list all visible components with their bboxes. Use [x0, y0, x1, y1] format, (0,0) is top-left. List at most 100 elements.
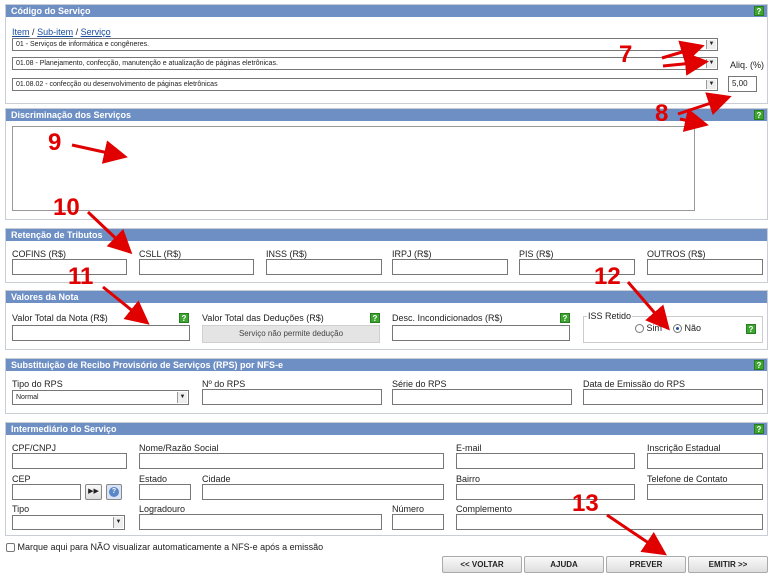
cidade-input[interactable]	[202, 484, 444, 500]
breadcrumb-sep: /	[75, 27, 79, 37]
cep-lookup-button[interactable]: ?	[106, 484, 122, 500]
estado-label: Estado	[139, 474, 168, 484]
ie-label: Inscrição Estadual	[647, 443, 721, 453]
bairro-label: Bairro	[456, 474, 481, 484]
deducoes-disabled-field: Serviço não permite dedução	[202, 325, 380, 343]
codigo-servico-title: Código do Serviço	[11, 6, 91, 16]
iss-nao-label: Não	[684, 323, 702, 333]
help-icon[interactable]: ?	[370, 313, 380, 323]
item-select-value: 01 - Serviços de informática e congênere…	[16, 41, 150, 48]
chevron-down-icon[interactable]: ▼	[113, 517, 123, 528]
callout-12: 12	[594, 263, 621, 290]
valor-total-label: Valor Total da Nota (R$)	[12, 313, 108, 323]
chevron-down-icon[interactable]: ▼	[706, 40, 716, 49]
estado-input[interactable]	[139, 484, 191, 500]
help-icon[interactable]: ?	[754, 110, 764, 120]
nome-input[interactable]	[139, 453, 444, 469]
breadcrumb-servico-link[interactable]: Serviço	[81, 27, 111, 37]
servico-select[interactable]: 01.08.02 - confecção ou desenvolvimento …	[12, 78, 718, 91]
nao-visualizar-option[interactable]: Marque aqui para NÃO visualizar automati…	[6, 542, 323, 553]
iss-sim-option[interactable]: Sim	[635, 323, 663, 334]
email-input[interactable]	[456, 453, 635, 469]
iss-sim-label: Sim	[646, 323, 663, 333]
ie-input[interactable]	[647, 453, 763, 469]
cep-go-button[interactable]: ▶▶	[85, 484, 102, 500]
nome-label: Nome/Razão Social	[139, 443, 219, 453]
breadcrumb-sep: /	[32, 27, 35, 37]
valor-total-input[interactable]	[12, 325, 190, 341]
callout-13: 13	[572, 490, 599, 517]
tipo-rps-label: Tipo do RPS	[12, 379, 63, 389]
complemento-input[interactable]	[456, 514, 763, 530]
discriminacao-title: Discriminação dos Serviços	[11, 110, 132, 120]
deducoes-label: Valor Total das Deduções (R$)	[202, 313, 324, 323]
serie-rps-label: Série do RPS	[392, 379, 447, 389]
valores-header: Valores da Nota	[6, 291, 767, 303]
irpj-label: IRPJ (R$)	[392, 249, 432, 259]
codigo-servico-header: Código do Serviço ?	[6, 5, 767, 17]
iss-retido-label: ISS Retido	[587, 311, 633, 321]
intermediario-header: Intermediário do Serviço ?	[6, 423, 767, 435]
callout-8: 8	[655, 100, 669, 127]
emitir-button[interactable]: EMITIR >>	[688, 556, 768, 573]
breadcrumb-item-link[interactable]: Item	[12, 27, 30, 37]
radio-icon[interactable]	[635, 324, 644, 334]
cep-label: CEP	[12, 474, 31, 484]
numero-input[interactable]	[392, 514, 444, 530]
cpf-label: CPF/CNPJ	[12, 443, 57, 453]
numero-rps-input[interactable]	[202, 389, 382, 405]
email-label: E-mail	[456, 443, 482, 453]
irpj-input[interactable]	[392, 259, 508, 275]
numero-rps-label: Nº do RPS	[202, 379, 246, 389]
voltar-button[interactable]: << VOLTAR	[442, 556, 522, 573]
breadcrumb: Item / Sub-item / Serviço	[12, 27, 111, 37]
radio-selected-icon[interactable]	[673, 324, 682, 334]
bairro-input[interactable]	[456, 484, 635, 500]
tipo-label: Tipo	[12, 504, 30, 514]
csll-input[interactable]	[139, 259, 254, 275]
servico-select-value: 01.08.02 - confecção ou desenvolvimento …	[16, 81, 218, 88]
desc-incondicionados-input[interactable]	[392, 325, 570, 341]
intermediario-title: Intermediário do Serviço	[11, 424, 117, 434]
valores-title: Valores da Nota	[11, 292, 79, 302]
help-icon[interactable]: ?	[754, 360, 764, 370]
ajuda-button[interactable]: AJUDA	[524, 556, 604, 573]
help-icon[interactable]: ?	[560, 313, 570, 323]
help-icon[interactable]: ?	[746, 324, 756, 334]
cep-input[interactable]	[12, 484, 81, 500]
cpf-input[interactable]	[12, 453, 127, 469]
breadcrumb-subitem-link[interactable]: Sub-item	[37, 27, 73, 37]
numero-label: Número	[392, 504, 425, 514]
prever-button[interactable]: PREVER	[606, 556, 686, 573]
aliquota-label: Aliq. (%)	[730, 60, 765, 70]
telefone-input[interactable]	[647, 484, 763, 500]
desc-incondicionados-label: Desc. Incondicionados (R$)	[392, 313, 503, 323]
question-icon: ?	[109, 487, 119, 497]
data-rps-label: Data de Emissão do RPS	[583, 379, 686, 389]
data-rps-input[interactable]	[583, 389, 763, 405]
item-select[interactable]: 01 - Serviços de informática e congênere…	[12, 38, 718, 51]
chevron-down-icon[interactable]: ▼	[177, 392, 187, 403]
discriminacao-textarea[interactable]	[12, 126, 695, 211]
callout-10: 10	[53, 194, 80, 221]
aliquota-input[interactable]: 5,00	[728, 76, 757, 92]
chevron-down-icon[interactable]: ▼	[706, 59, 716, 68]
help-icon[interactable]: ?	[179, 313, 189, 323]
serie-rps-input[interactable]	[392, 389, 572, 405]
help-icon[interactable]: ?	[754, 6, 764, 16]
cidade-label: Cidade	[202, 474, 231, 484]
tipo-select[interactable]: ▼	[12, 515, 125, 530]
logradouro-input[interactable]	[139, 514, 382, 530]
complemento-label: Complemento	[456, 504, 513, 514]
inss-label: INSS (R$)	[266, 249, 308, 259]
help-icon[interactable]: ?	[754, 424, 764, 434]
checkbox-icon[interactable]	[6, 543, 15, 553]
outros-input[interactable]	[647, 259, 763, 275]
tipo-rps-select[interactable]: Normal ▼	[12, 390, 189, 405]
chevron-down-icon[interactable]: ▼	[706, 80, 716, 89]
iss-nao-option[interactable]: Não	[673, 323, 702, 334]
rps-header: Substituição de Recibo Provisório de Ser…	[6, 359, 767, 371]
subitem-select[interactable]: 01.08 - Planejamento, confecção, manuten…	[12, 57, 718, 70]
inss-input[interactable]	[266, 259, 382, 275]
retencao-header: Retenção de Tributos	[6, 229, 767, 241]
